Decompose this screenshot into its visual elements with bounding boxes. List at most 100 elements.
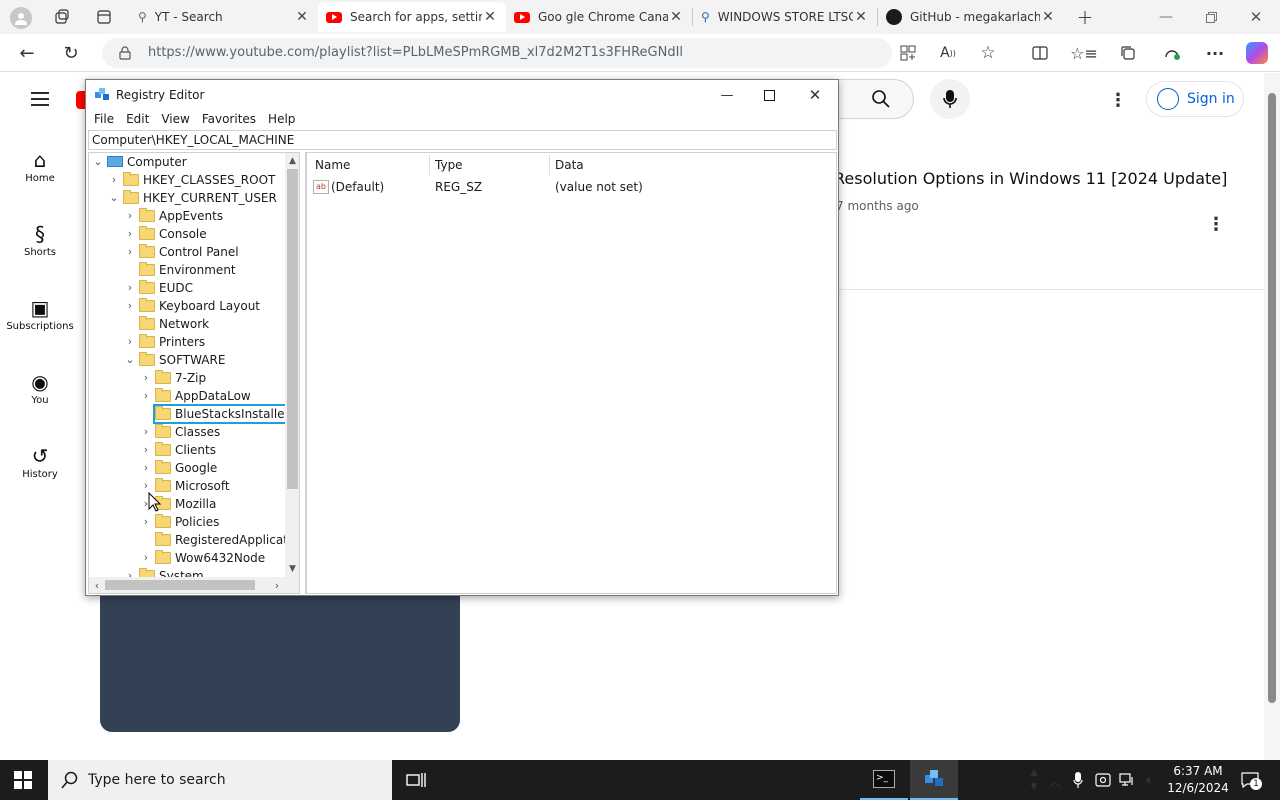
tab-search-apps[interactable]: Search for apps, setting ✕ [318, 2, 506, 32]
scrollbar-thumb[interactable] [105, 580, 255, 590]
tree-node[interactable]: › EUDC [89, 279, 285, 297]
favorite-star-icon[interactable]: ☆ [978, 43, 998, 63]
chevron-right-icon[interactable]: › [141, 513, 151, 531]
tab-yt-search[interactable]: ⚲ YT - Search ✕ [130, 2, 318, 32]
tree-horizontal-scrollbar[interactable]: ‹ › [89, 577, 285, 593]
tree-node[interactable]: › Control Panel [89, 243, 285, 261]
address-bar[interactable]: https://www.youtube.com/playlist?list=PL… [102, 38, 892, 68]
app-available-icon[interactable] [898, 43, 918, 63]
scrollbar-thumb[interactable] [287, 169, 298, 489]
title-bar[interactable]: Registry Editor — ✕ [86, 80, 838, 110]
tree-node[interactable]: Network [89, 315, 285, 333]
tree-node[interactable]: ⌄ Computer [89, 153, 285, 171]
tree-node[interactable]: › Printers [89, 333, 285, 351]
sign-in-button[interactable]: Sign in [1146, 81, 1244, 117]
search-button[interactable] [836, 79, 914, 119]
screen-capture-icon[interactable] [1094, 770, 1112, 790]
sidebar-item-subscriptions[interactable]: ▣ Subscriptions [0, 295, 80, 332]
close-window-button[interactable]: ✕ [1245, 6, 1267, 28]
show-hidden-icons-chevron[interactable]: ︿ [1046, 770, 1064, 790]
page-scrollbar[interactable] [1264, 73, 1280, 760]
workspaces-icon[interactable] [52, 7, 72, 27]
tab-windows-store[interactable]: ⚲ WINDOWS STORE LTSC ✕ [693, 2, 877, 32]
refresh-icon[interactable]: ↻ [60, 42, 82, 64]
values-pane[interactable]: Name Type Data ab (Default) REG_SZ (valu… [305, 152, 837, 594]
tree-node[interactable]: › Google [89, 459, 285, 477]
value-row[interactable]: ab (Default) REG_SZ (value not set) [307, 177, 837, 197]
scroll-left-icon[interactable]: ‹ [89, 577, 105, 593]
menu-favorites[interactable]: Favorites [196, 110, 262, 130]
windows-start-icon[interactable] [12, 770, 34, 790]
back-arrow-icon[interactable]: ← [16, 42, 38, 64]
chevron-right-icon[interactable]: › [109, 171, 119, 189]
performance-icon[interactable] [1162, 43, 1182, 63]
network-icon[interactable] [1118, 770, 1136, 790]
tree-node[interactable]: BlueStacksInstaller [89, 404, 295, 424]
chevron-down-icon[interactable]: ⌄ [125, 351, 135, 369]
sidebar-item-home[interactable]: ⌂ Home [0, 147, 80, 184]
column-header-name[interactable]: Name [315, 155, 350, 175]
sidebar-item-you[interactable]: ◉ You [0, 369, 80, 406]
menu-view[interactable]: View [155, 110, 195, 130]
tree-node[interactable]: › Keyboard Layout [89, 297, 285, 315]
tree-node[interactable]: Environment [89, 261, 285, 279]
favorites-icon[interactable]: ☆≡ [1070, 43, 1098, 63]
tree-node[interactable]: RegisteredApplicatic [89, 531, 298, 549]
tree-node[interactable]: › Policies [89, 513, 285, 531]
close-tab-icon[interactable]: ✕ [1040, 9, 1056, 25]
close-tab-icon[interactable]: ✕ [853, 9, 869, 25]
chevron-right-icon[interactable]: › [125, 279, 135, 297]
scroll-up-icon[interactable]: ▲ [285, 153, 299, 169]
tree-node[interactable]: › Classes [89, 423, 285, 441]
tree-vertical-scrollbar[interactable]: ▲ ▼ [285, 153, 299, 577]
chevron-right-icon[interactable]: › [125, 243, 135, 261]
chevron-right-icon[interactable]: › [141, 387, 151, 405]
tab-actions-icon[interactable] [94, 7, 114, 27]
sidebar-item-history[interactable]: ↺ History [0, 443, 80, 480]
tree-node[interactable]: › AppEvents [89, 207, 285, 225]
tree-node[interactable]: › Microsoft [89, 477, 285, 495]
chevron-right-icon[interactable]: › [141, 369, 151, 387]
chevron-down-icon[interactable]: ⌄ [93, 153, 103, 171]
microphone-icon[interactable] [1070, 770, 1086, 790]
taskbar-search-box[interactable]: Type here to search [48, 760, 392, 800]
menu-help[interactable]: Help [262, 110, 301, 130]
minimize-button[interactable]: — [716, 84, 738, 106]
more-options-icon[interactable]: ··· [1205, 43, 1225, 63]
chevron-right-icon[interactable]: › [141, 459, 151, 477]
tree-node[interactable]: › Console [89, 225, 285, 243]
split-screen-icon[interactable] [1030, 43, 1050, 63]
notifications-icon[interactable]: 1 [1238, 770, 1262, 790]
chevron-down-icon[interactable]: ⌄ [109, 189, 119, 207]
hamburger-menu-icon[interactable] [28, 89, 52, 109]
task-view-icon[interactable] [404, 770, 428, 790]
sidebar-item-shorts[interactable]: § Shorts [0, 221, 80, 258]
clock[interactable]: 6:37 AM 12/6/2024 [1166, 763, 1230, 797]
chevron-right-icon[interactable]: › [141, 441, 151, 459]
close-button[interactable]: ✕ [804, 84, 826, 106]
tree-node[interactable]: › HKEY_CLASSES_ROOT [89, 171, 285, 189]
scroll-down-icon[interactable]: ▼ [285, 561, 299, 577]
menu-file[interactable]: File [88, 110, 120, 130]
menu-edit[interactable]: Edit [120, 110, 155, 130]
scroll-right-icon[interactable]: › [269, 577, 285, 593]
tab-chrome-canary[interactable]: Goo gle Chrome Canar ✕ [506, 2, 692, 32]
chevron-right-icon[interactable]: › [141, 549, 151, 567]
minimize-button[interactable]: — [1155, 6, 1177, 28]
settings-menu-icon[interactable]: ⋮ [1108, 89, 1128, 111]
chevron-right-icon[interactable]: › [125, 225, 135, 243]
close-tab-icon[interactable]: ✕ [294, 9, 310, 25]
tree-node[interactable]: ⌄ HKEY_CURRENT_USER [89, 189, 285, 207]
tree-node[interactable]: › AppDataLow [89, 387, 285, 405]
video-title[interactable]: Resolution Options in Windows 11 [2024 U… [834, 169, 1227, 188]
new-tab-button[interactable]: + [1074, 5, 1096, 29]
regedit-taskbar-icon[interactable] [910, 760, 958, 800]
profile-avatar-icon[interactable] [10, 7, 32, 29]
tab-github[interactable]: GitHub - megakarlach/ ✕ [878, 2, 1064, 32]
volume-icon[interactable]: 🔈︎ [1140, 770, 1160, 790]
restore-button[interactable] [1200, 6, 1222, 28]
registry-address-bar[interactable]: Computer\HKEY_LOCAL_MACHINE [88, 130, 837, 150]
microphone-icon[interactable] [930, 79, 970, 119]
chevron-right-icon[interactable]: › [141, 423, 151, 441]
scrollbar-thumb[interactable] [1268, 93, 1276, 703]
